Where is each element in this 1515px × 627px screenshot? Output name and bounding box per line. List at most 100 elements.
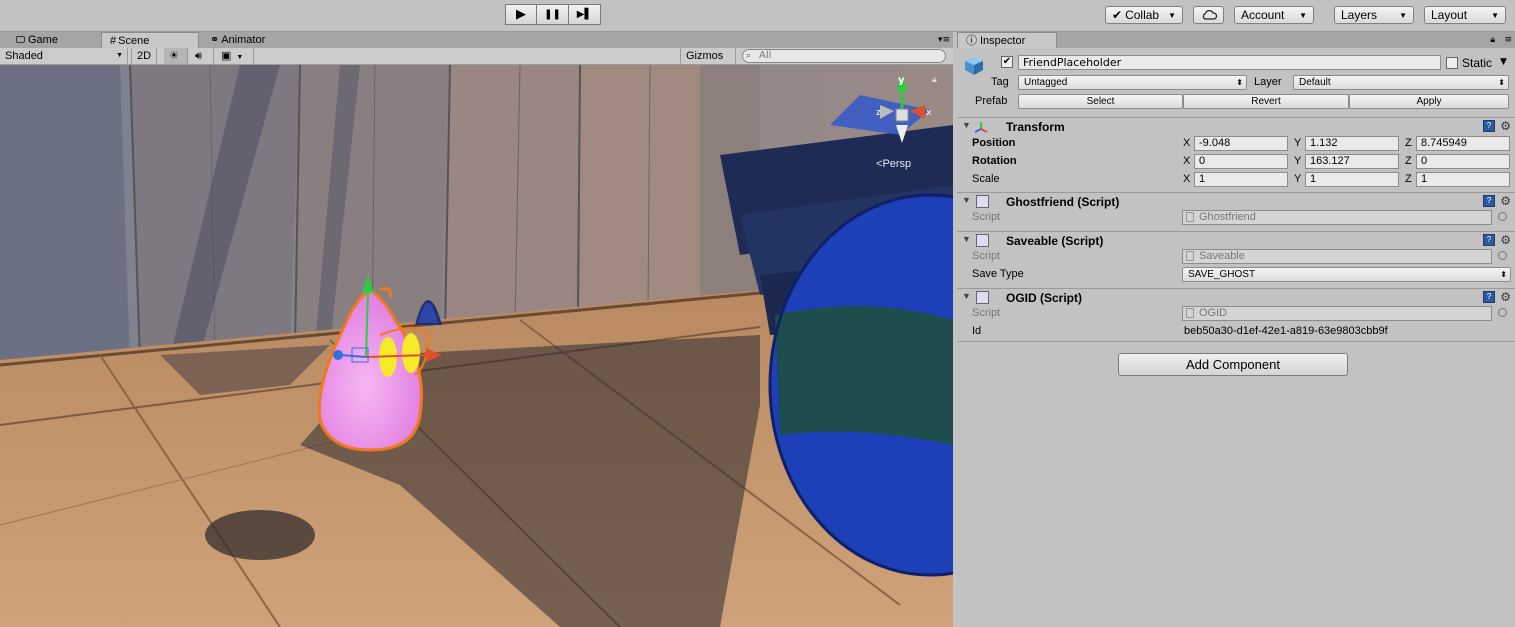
tag-dropdown[interactable]: Untagged ⬍ [1018,75,1247,90]
lighting-toggle[interactable]: ☀ [164,48,188,64]
layer-dropdown[interactable]: Default ⬍ [1293,75,1509,90]
lock-icon[interactable]: 🔒︎ [1490,35,1495,45]
collab-label: Collab [1125,8,1160,22]
rotation-z-field[interactable]: 0 [1416,154,1510,169]
ogid-title: OGID (Script) [1006,291,1083,305]
gear-icon[interactable]: ⚙ [1500,233,1511,247]
layer-label: Layer [1254,76,1282,88]
layers-label: Layers [1341,8,1378,22]
tab-animator[interactable]: ⚭ Animator [202,32,273,48]
inspector-panel: ✔ FriendPlaceholder Static ▼ Tag Untagge… [957,48,1515,627]
play-button[interactable]: ▶ [505,4,537,25]
help-icon[interactable]: ? [1483,234,1495,246]
position-y-field[interactable]: 1.132 [1305,136,1399,151]
tab-game[interactable]: Game [8,32,66,48]
gear-icon[interactable]: ⚙ [1500,119,1511,133]
shading-mode-dropdown[interactable]: Shaded ▼ [0,48,128,64]
saveable-script-value: Saveable [1199,250,1245,262]
saveable-script-field[interactable]: Saveable [1182,249,1492,264]
audio-toggle[interactable]: 🔊︎ [190,48,214,64]
layers-dropdown[interactable]: Layers ▼ [1334,6,1414,24]
object-picker-icon[interactable] [1498,251,1507,260]
step-button[interactable]: ▶▌ [569,4,601,25]
panel-menu-icon[interactable]: ≡ [1504,35,1512,45]
static-checkbox[interactable] [1446,57,1458,69]
saveable-header[interactable]: ▼ Saveable (Script) ? ⚙ [957,231,1515,249]
help-icon[interactable]: ? [1483,291,1495,303]
object-picker-icon[interactable] [1498,212,1507,221]
add-component-label: Add Component [1186,357,1280,372]
position-x-field[interactable]: -9.048 [1194,136,1288,151]
add-component-button[interactable]: Add Component [1118,353,1348,376]
rotation-x-value: 0 [1199,155,1206,167]
chevron-down-icon: ▼ [236,54,244,61]
save-type-dropdown[interactable]: SAVE_GHOST ⬍ [1182,267,1511,282]
position-label: Position [972,137,1016,149]
scale-z-field[interactable]: 1 [1416,172,1510,187]
ogid-script-field[interactable]: OGID [1182,306,1492,321]
script-label: Script [972,211,1001,223]
axis-y-label: Y [1294,155,1302,167]
pause-icon: ❚❚ [544,9,561,20]
script-file-icon [1186,308,1194,318]
prefab-apply-button[interactable]: Apply [1349,94,1509,109]
rotation-label: Rotation [972,155,1017,167]
object-name-field[interactable]: FriendPlaceholder [1018,55,1441,70]
panel-menu-icon[interactable]: ▾≡ [938,35,950,45]
help-icon[interactable]: ? [1483,120,1495,132]
object-picker-icon[interactable] [1498,308,1507,317]
chevron-down-icon[interactable]: ▼ [1500,57,1507,67]
rotation-x-field[interactable]: 0 [1194,154,1288,169]
account-dropdown[interactable]: Account ▼ [1234,6,1314,24]
collab-dropdown[interactable]: ✔ Collab ▼ [1105,6,1183,24]
prefab-select-button[interactable]: Select [1018,94,1183,109]
animator-icon: ⚭ [210,34,220,46]
effects-dropdown[interactable]: ▣ ▼ [216,48,254,64]
position-z-field[interactable]: 8.745949 [1416,136,1510,151]
2d-label: 2D [137,50,152,62]
2d-toggle[interactable]: 2D [131,48,157,64]
pause-button[interactable]: ❚❚ [537,4,569,25]
scale-y-field[interactable]: 1 [1305,172,1399,187]
ogid-header[interactable]: ▼ OGID (Script) ? ⚙ [957,288,1515,306]
axis-y-label: Y [1294,137,1302,149]
prefab-revert-button[interactable]: Revert [1183,94,1349,109]
tab-scene[interactable]: # Scene [101,32,199,48]
rotation-y-value: 163.127 [1310,155,1350,167]
id-value: beb50a30-d1ef-42e1-a819-63e9803cbb9f [1184,325,1388,337]
rotation-y-field[interactable]: 163.127 [1305,154,1399,169]
ghostfriend-header[interactable]: ▼ Ghostfriend (Script) ? ⚙ [957,192,1515,210]
ogid-script-value: OGID [1199,307,1228,319]
gear-icon[interactable]: ⚙ [1500,290,1511,304]
lock-icon[interactable]: 🔒︎ [932,75,937,85]
scale-z-value: 1 [1421,173,1428,185]
step-icon: ▶▌ [576,9,593,20]
tab-inspector[interactable]: ⓘ Inspector [957,32,1057,48]
cloud-button[interactable] [1193,6,1224,24]
tab-animator-label: Animator [221,34,266,46]
scale-x-field[interactable]: 1 [1194,172,1288,187]
scale-y-value: 1 [1310,173,1317,185]
scene-viewport[interactable]: y x z 🔒︎ <Persp [0,65,953,627]
scene-tab-bar: Game # Scene ⚭ Animator ▾≡ [0,32,953,48]
chevron-down-icon: ▼ [1299,10,1307,20]
gear-icon[interactable]: ⚙ [1500,194,1511,208]
active-checkbox[interactable]: ✔ [1001,56,1013,68]
static-label: Static [1462,56,1493,70]
orientation-gizmo[interactable] [828,70,938,145]
gizmos-dropdown[interactable]: Gizmos ▼ [680,48,736,77]
updown-icon: ⬍ [1236,78,1243,87]
tag-value: Untagged [1024,77,1068,88]
scene-search-input[interactable]: ⌕ All [742,49,946,63]
updown-icon: ⬍ [1500,270,1507,279]
layout-dropdown[interactable]: Layout ▼ [1424,6,1506,24]
scale-x-value: 1 [1199,173,1206,185]
transform-header[interactable]: ▼ Transform ? ⚙ [957,117,1515,135]
help-icon[interactable]: ? [1483,195,1495,207]
ghostfriend-script-field[interactable]: Ghostfriend [1182,210,1492,225]
axis-x-label: X [1183,137,1191,149]
ghostfriend-script-value: Ghostfriend [1199,211,1256,223]
grid-icon: # [110,35,117,47]
persp-label: Persp [882,158,912,170]
perspective-toggle[interactable]: <Persp [876,158,911,170]
